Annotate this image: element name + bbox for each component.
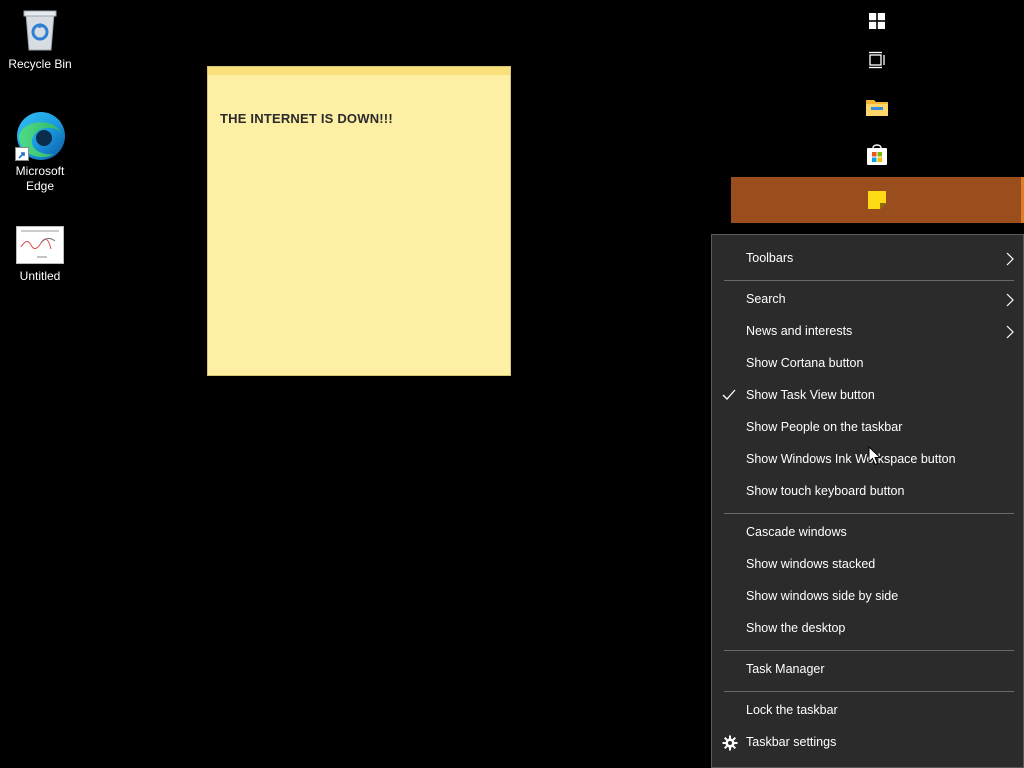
menu-item-label: Search <box>746 292 786 306</box>
sticky-note-text[interactable]: THE INTERNET IS DOWN!!! <box>220 111 393 126</box>
chevron-right-icon <box>1006 252 1014 266</box>
menu-item-label: Cascade windows <box>746 525 847 539</box>
shortcut-arrow-icon <box>15 147 29 161</box>
image-file-icon <box>16 226 64 264</box>
menu-item-label: Toolbars <box>746 251 794 265</box>
menu-item-label: Show windows side by side <box>746 589 899 603</box>
menu-separator <box>724 513 1014 514</box>
chevron-right-icon <box>1006 325 1014 339</box>
menu-item-news-and-interests[interactable]: News and interests <box>712 316 1023 348</box>
menu-item-task-manager[interactable]: Task Manager <box>712 654 1023 686</box>
sticky-note-header[interactable] <box>208 67 510 75</box>
sticky-note-window[interactable]: THE INTERNET IS DOWN!!! <box>207 66 511 376</box>
desktop-icon-label: Recycle Bin <box>8 57 72 71</box>
menu-item-toolbars[interactable]: Toolbars <box>712 243 1023 275</box>
menu-item-label: Lock the taskbar <box>746 703 838 717</box>
recycle-bin-icon <box>18 8 62 52</box>
menu-item-cascade-windows[interactable]: Cascade windows <box>712 517 1023 549</box>
menu-item-label: News and interests <box>746 324 853 338</box>
checkmark-icon <box>722 389 736 400</box>
menu-item-label: Show windows stacked <box>746 557 876 571</box>
desktop-icon-label: Microsoft Edge <box>15 164 65 193</box>
file-explorer-icon[interactable] <box>864 94 890 120</box>
task-view-icon[interactable] <box>864 47 890 73</box>
menu-item-label: Show touch keyboard button <box>746 484 905 498</box>
gear-icon <box>722 735 738 751</box>
desktop-icon-label: Untitled <box>19 269 61 283</box>
menu-item-lock-the-taskbar[interactable]: Lock the taskbar <box>712 695 1023 727</box>
windows-start-icon[interactable] <box>864 8 890 34</box>
menu-item-show-windows-stacked[interactable]: Show windows stacked <box>712 549 1023 581</box>
menu-item-label: Show Task View button <box>746 388 875 402</box>
menu-item-label: Taskbar settings <box>746 735 837 749</box>
menu-separator <box>724 691 1014 692</box>
menu-item-show-windows-side-by-side[interactable]: Show windows side by side <box>712 581 1023 613</box>
desktop-icon-untitled[interactable]: Untitled <box>0 226 80 284</box>
microsoft-store-icon[interactable] <box>864 141 890 167</box>
mouse-cursor-icon <box>868 446 882 466</box>
desktop-icon-microsoft-edge[interactable]: Microsoft Edge <box>0 110 80 194</box>
menu-item-show-task-view-button[interactable]: Show Task View button <box>712 380 1023 412</box>
menu-item-label: Show People on the taskbar <box>746 420 903 434</box>
desktop-icon-recycle-bin[interactable]: Recycle Bin <box>0 8 80 72</box>
menu-item-search[interactable]: Search <box>712 284 1023 316</box>
menu-item-label: Task Manager <box>746 662 825 676</box>
menu-separator <box>724 650 1014 651</box>
menu-item-show-people[interactable]: Show People on the taskbar <box>712 412 1023 444</box>
taskbar-context-menu: Toolbars Search News and interests Show … <box>711 234 1024 768</box>
menu-item-show-touch-keyboard[interactable]: Show touch keyboard button <box>712 476 1023 508</box>
menu-item-label: Show Windows Ink Workspace button <box>746 452 956 466</box>
menu-item-label: Show the desktop <box>746 621 846 635</box>
menu-item-show-the-desktop[interactable]: Show the desktop <box>712 613 1023 645</box>
menu-item-label: Show Cortana button <box>746 356 864 370</box>
menu-item-show-cortana-button[interactable]: Show Cortana button <box>712 348 1023 380</box>
menu-separator <box>724 280 1014 281</box>
chevron-right-icon <box>1006 293 1014 307</box>
sticky-notes-icon[interactable] <box>864 187 890 213</box>
edge-icon <box>14 110 66 162</box>
menu-item-taskbar-settings[interactable]: Taskbar settings <box>712 727 1023 759</box>
